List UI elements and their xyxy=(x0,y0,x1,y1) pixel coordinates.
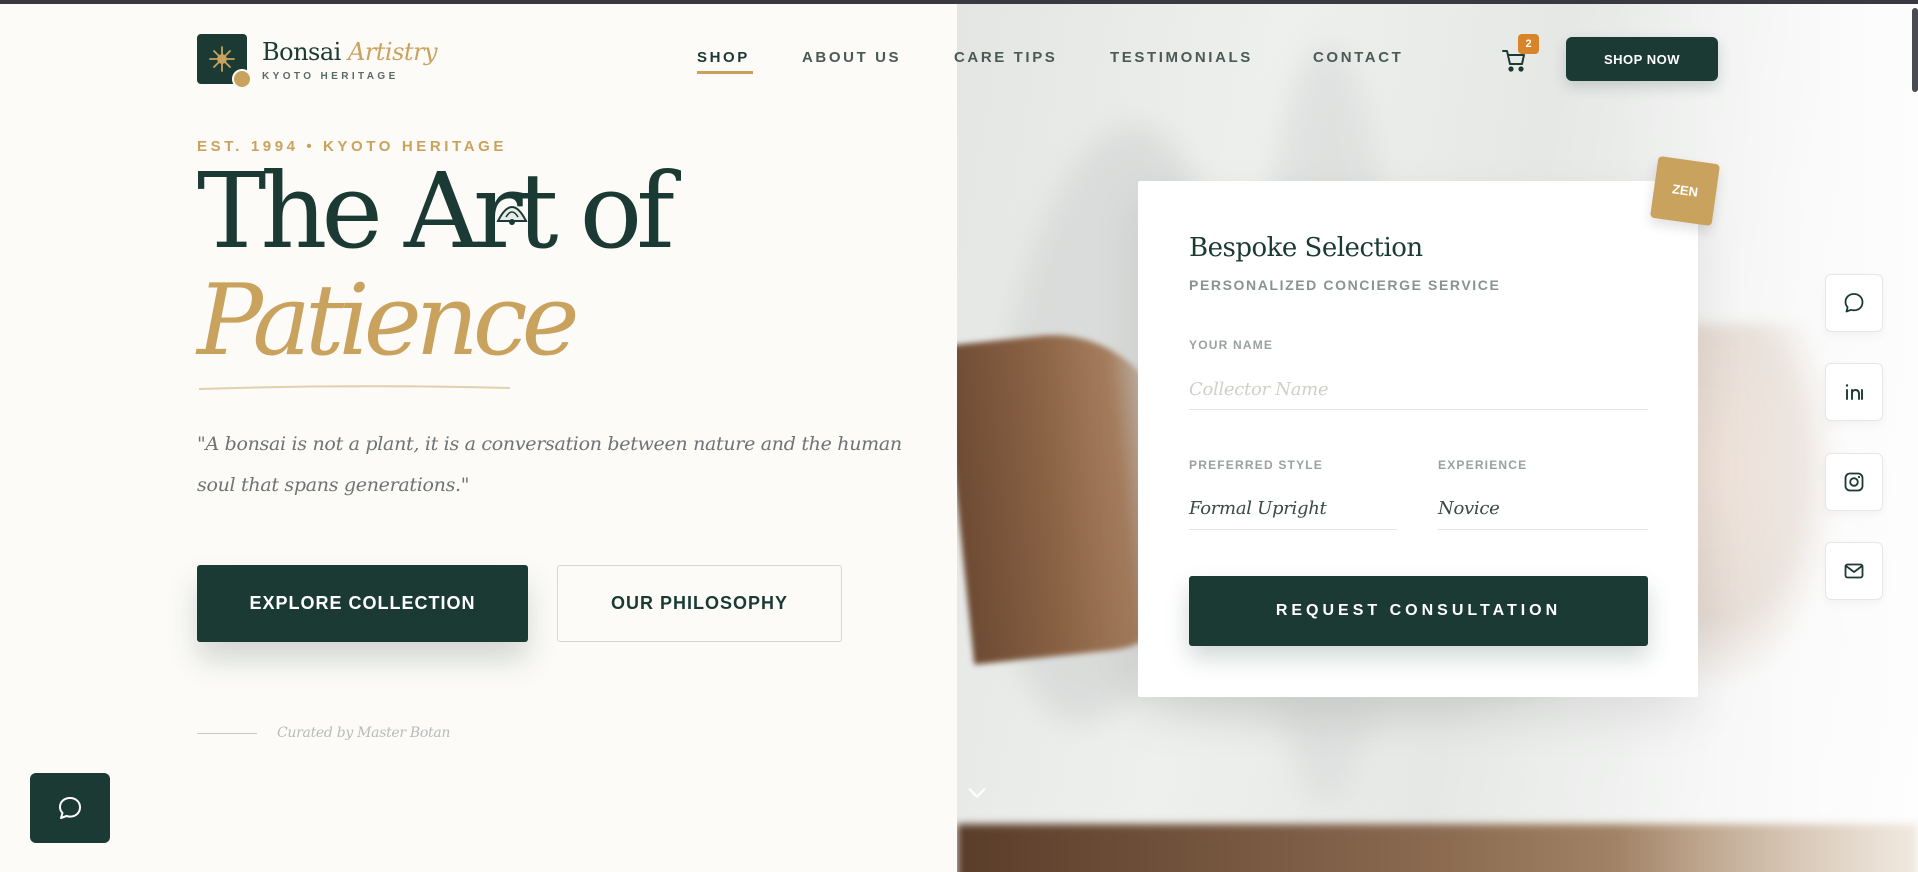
logo-accent-dot xyxy=(232,69,252,89)
chevron-down-icon[interactable] xyxy=(966,782,988,804)
instagram-icon xyxy=(1844,472,1864,492)
nav-active-underline xyxy=(697,71,753,74)
form-title: Bespoke Selection xyxy=(1189,233,1423,263)
brand-name[interactable]: Bonsai Artistry xyxy=(262,38,438,66)
title-underline-decoration xyxy=(198,385,511,390)
nav-about-us[interactable]: ABOUT US xyxy=(802,49,901,66)
fan-icon xyxy=(496,206,528,225)
mail-icon xyxy=(1844,563,1864,579)
brand-name-main: Bonsai xyxy=(262,38,341,66)
hero-quote: "A bonsai is not a plant, it is a conver… xyxy=(197,433,902,496)
our-philosophy-button[interactable]: OUR PHILOSOPHY xyxy=(557,565,842,642)
social-instagram-button[interactable] xyxy=(1825,453,1883,511)
chat-widget-button[interactable] xyxy=(30,773,110,843)
brand-name-accent: Artistry xyxy=(347,38,438,66)
nav-care-tips[interactable]: CARE TIPS xyxy=(954,49,1057,66)
window-top-bar xyxy=(0,0,1918,4)
hero-title-line1: The Art of xyxy=(197,150,675,272)
preferred-style-label: PREFERRED STYLE xyxy=(1189,458,1324,472)
shop-now-button[interactable]: SHOP NOW xyxy=(1566,37,1718,81)
nav-shop[interactable]: SHOP xyxy=(697,49,750,66)
request-consultation-button[interactable]: REQUEST CONSULTATION xyxy=(1189,576,1648,646)
cart-count-badge: 2 xyxy=(1518,34,1539,54)
collector-name-input[interactable] xyxy=(1189,370,1648,410)
linkedin-icon xyxy=(1845,384,1863,400)
nav-contact[interactable]: CONTACT xyxy=(1313,49,1403,66)
social-linkedin-button[interactable] xyxy=(1825,363,1883,421)
form-subtitle: PERSONALIZED CONCIERGE SERVICE xyxy=(1189,277,1501,293)
brand-tagline: KYOTO HERITAGE xyxy=(262,71,399,82)
explore-collection-button[interactable]: EXPLORE COLLECTION xyxy=(197,565,528,642)
nav-testimonials[interactable]: TESTIMONIALS xyxy=(1110,49,1253,66)
zen-badge: ZEN xyxy=(1649,155,1721,227)
experience-select[interactable]: Novice xyxy=(1438,490,1648,530)
experience-label: EXPERIENCE xyxy=(1438,458,1528,472)
social-chat-button[interactable] xyxy=(1825,274,1883,332)
chat-bubble-icon xyxy=(59,797,81,819)
hero-title-line2: Patience xyxy=(197,264,580,378)
consultation-form-card: Bespoke Selection PERSONALIZED CONCIERGE… xyxy=(1138,181,1698,697)
social-mail-button[interactable] xyxy=(1825,542,1883,600)
curator-divider xyxy=(197,733,257,734)
preferred-style-select[interactable]: Formal Upright xyxy=(1189,490,1397,530)
name-label: YOUR NAME xyxy=(1189,338,1274,352)
curator-credit: Curated by Master Botan xyxy=(277,725,451,741)
page-scrollbar[interactable] xyxy=(1912,8,1918,92)
chat-icon xyxy=(1844,293,1864,313)
